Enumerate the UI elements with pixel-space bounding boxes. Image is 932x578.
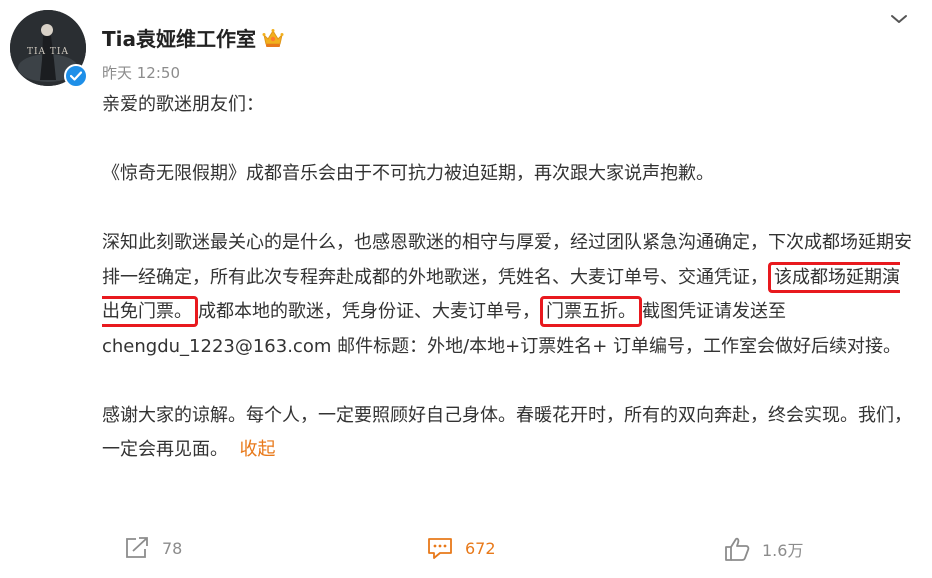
avatar-text: TIA TIA [27, 47, 69, 57]
verified-icon [64, 64, 88, 88]
highlight-half-price: 门票五折。 [540, 296, 642, 327]
more-chevron-icon[interactable] [888, 10, 910, 28]
share-count: 78 [162, 538, 183, 558]
like-count: 1.6万 [762, 541, 804, 560]
comment-icon [428, 538, 452, 559]
greeting-text: 亲爱的歌迷朋友们： [102, 94, 264, 115]
comment-count: 672 [465, 538, 496, 558]
paragraph-1: 《惊奇无限假期》成都音乐会由于不可抗力被迫延期，再次跟大家说声抱歉。 [102, 163, 714, 184]
author-name-row: Tia袁娅维工作室 [102, 23, 284, 52]
paragraph-3: 感谢大家的谅解。每个人，一定要照顾好自己身体。春暖花开时，所有的双向奔赴，终会实… [102, 399, 917, 468]
paragraph-3-text: 感谢大家的谅解。每个人，一定要照顾好自己身体。春暖花开时，所有的双向奔赴，终会实… [102, 404, 912, 461]
paragraph-2: 深知此刻歌迷最关心的是什么，也感恩歌迷的相守与厚爱，经过团队紧急沟通确定，下次成… [102, 226, 917, 364]
share-icon [126, 537, 148, 558]
comment-button[interactable]: 672 [427, 536, 496, 560]
post-content: 亲爱的歌迷朋友们： 《惊奇无限假期》成都音乐会由于不可抗力被迫延期，再次跟大家说… [102, 88, 917, 468]
like-icon [725, 537, 750, 561]
post-timestamp[interactable]: 昨天 12:50 [102, 62, 180, 83]
share-button[interactable]: 78 [124, 536, 182, 560]
collapse-link[interactable]: 收起 [239, 439, 275, 460]
crown-icon [262, 28, 284, 48]
paragraph-2-part-b: 成都本地的歌迷，凭身份证、大麦订单号， [198, 301, 540, 322]
author-name[interactable]: Tia袁娅维工作室 [102, 23, 256, 52]
action-toolbar: 78 672 1.6万 [0, 530, 932, 566]
like-button[interactable]: 1.6万 [724, 536, 803, 562]
